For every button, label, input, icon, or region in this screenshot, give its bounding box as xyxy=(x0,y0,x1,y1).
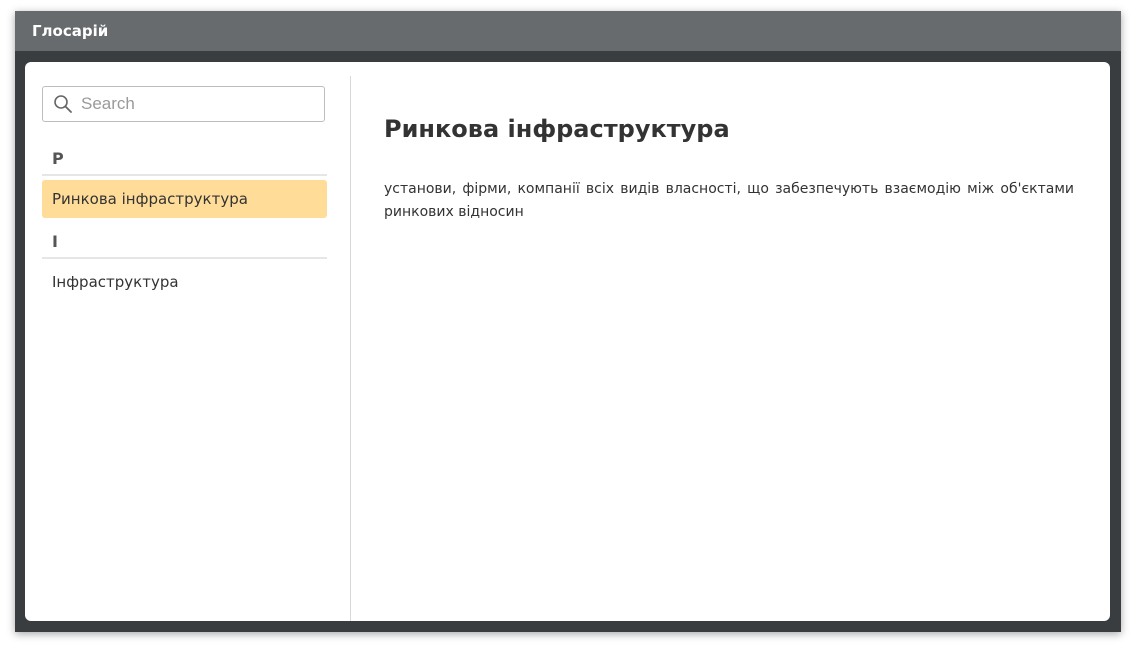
search-icon xyxy=(54,95,72,113)
letter-header-r: Р xyxy=(42,146,327,176)
search-box[interactable] xyxy=(42,86,325,122)
glossary-sidebar: Р Ринкова інфраструктура І Інфраструктур… xyxy=(25,76,351,621)
glossary-panel: Р Ринкова інфраструктура І Інфраструктур… xyxy=(25,62,1110,621)
letter-header-i: І xyxy=(42,229,327,259)
window-title: Глосарій xyxy=(15,11,1121,51)
term-title: Ринкова інфраструктура xyxy=(384,115,730,143)
glossary-entry-infrastructure[interactable]: Інфраструктура xyxy=(42,263,327,301)
glossary-window: Глосарій Р Ринкова інфраструктура І Інфр… xyxy=(15,11,1121,632)
glossary-entry-market-infrastructure[interactable]: Ринкова інфраструктура xyxy=(42,180,327,218)
search-input[interactable] xyxy=(81,91,317,117)
term-definition: установи, фірми, компанії всіх видів вла… xyxy=(384,181,1074,220)
